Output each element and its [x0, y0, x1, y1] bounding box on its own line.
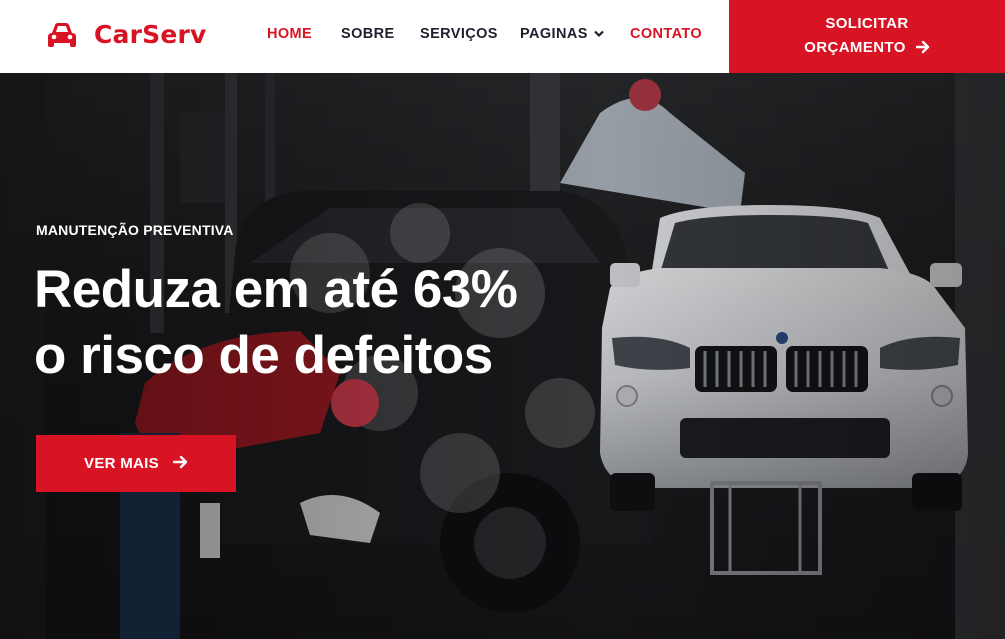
- request-quote-button[interactable]: SOLICITAR ORÇAMENTO: [729, 0, 1005, 73]
- navbar: CarServ HOME SOBRE SERVIÇOS PAGINAS CONT…: [0, 0, 1005, 73]
- hero-banner: MANUTENÇÃO PREVENTIVA Reduza em até 63% …: [0, 73, 1005, 639]
- nav-home[interactable]: HOME: [267, 26, 312, 42]
- hero-title-line2: o risco de defeitos: [34, 326, 493, 385]
- nav-sobre[interactable]: SOBRE: [341, 26, 395, 42]
- nav-servicos[interactable]: SERVIÇOS: [420, 26, 498, 42]
- nav-contato[interactable]: CONTATO: [630, 26, 702, 42]
- see-more-button[interactable]: VER MAIS: [36, 435, 236, 492]
- brand-name: CarServ: [94, 20, 207, 49]
- nav-paginas[interactable]: PAGINAS: [520, 26, 604, 42]
- chevron-down-icon: [594, 26, 604, 42]
- arrow-right-icon: [915, 38, 930, 62]
- hero-subtitle: MANUTENÇÃO PREVENTIVA: [36, 222, 234, 238]
- car-icon: [46, 21, 78, 49]
- see-more-label: VER MAIS: [84, 455, 159, 472]
- nav-paginas-label: PAGINAS: [520, 26, 588, 42]
- brand-logo[interactable]: CarServ: [46, 20, 207, 49]
- hero-title: Reduza em até 63% o risco de defeitos: [34, 257, 518, 389]
- arrow-right-icon: [172, 455, 188, 473]
- request-quote-line2: ORÇAMENTO: [804, 38, 906, 56]
- hero-title-line1: Reduza em até 63%: [34, 260, 518, 319]
- request-quote-line1: SOLICITAR: [825, 14, 909, 32]
